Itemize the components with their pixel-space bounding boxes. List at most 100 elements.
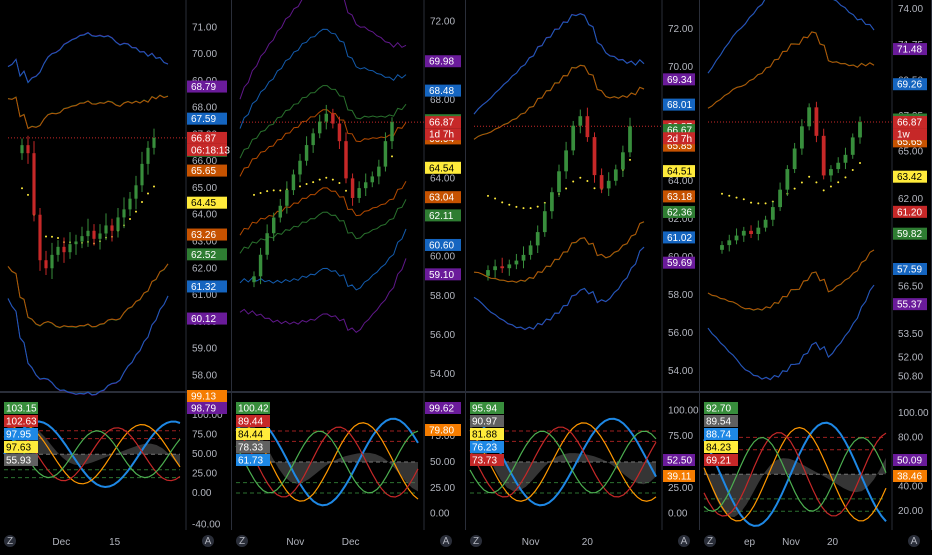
price-tick-label: 59.00: [192, 344, 217, 355]
auto-scale-button-label[interactable]: A: [443, 536, 450, 547]
candle-body: [727, 240, 732, 246]
osc-right-tag: 39.11: [663, 470, 695, 483]
osc-left-tag: 81.88: [470, 428, 504, 441]
midline-dot: [345, 189, 347, 192]
auto-scale-button-label[interactable]: A: [205, 536, 212, 547]
osc-tick-label: 80.00: [898, 432, 923, 443]
candle-body: [807, 107, 812, 127]
midline-dot: [629, 158, 631, 161]
price-tick-label: 56.00: [430, 330, 455, 341]
osc-right-tag: 50.09: [893, 454, 927, 467]
price-tag: 66.87: [425, 116, 461, 129]
candle-body: [344, 141, 348, 179]
osc-left-tag: 73.73: [470, 454, 504, 467]
midline-dot: [735, 196, 738, 199]
osc-left-tag: 84.44: [236, 428, 270, 441]
candle-body: [363, 182, 368, 189]
price-tick-label: 54.00: [430, 369, 455, 380]
osc-left-tag: 90.97: [470, 415, 504, 428]
auto-scale-button[interactable]: A: [202, 535, 214, 547]
zoom-button-label[interactable]: Z: [7, 536, 13, 547]
candle-body: [621, 152, 625, 170]
price-tag-label: 60.60: [429, 240, 454, 251]
osc-tick-label: 0.00: [430, 509, 450, 520]
candle-body: [390, 122, 394, 142]
auto-scale-button[interactable]: A: [440, 535, 452, 547]
candle-body: [116, 217, 120, 231]
osc-left-tag: 76.23: [470, 441, 504, 454]
midline-dot: [312, 181, 315, 184]
osc-tick-label: 0.00: [668, 509, 688, 520]
zoom-button[interactable]: Z: [704, 535, 716, 547]
zoom-button-label[interactable]: Z: [239, 536, 245, 547]
osc-left-tag: 92.70: [704, 402, 738, 415]
candle-body: [785, 169, 790, 190]
midline-dot: [494, 197, 497, 200]
auto-scale-button[interactable]: A: [678, 535, 690, 547]
osc-right-tag: 38.46: [893, 470, 927, 483]
price-tag: 66.87: [893, 116, 927, 129]
candle-body: [62, 246, 66, 253]
midline-dot: [757, 202, 760, 205]
price-tag: 69.26: [893, 78, 927, 91]
osc-tick-label: 75.00: [668, 431, 693, 442]
zoom-button-label[interactable]: Z: [473, 536, 479, 547]
osc-right-tag-label: 99.62: [429, 404, 454, 415]
candle-body: [298, 160, 302, 175]
price-tag-label: 61.20: [897, 207, 922, 218]
osc-tick-label: 50.00: [430, 457, 455, 468]
price-tag: 61.20: [893, 205, 927, 218]
price-tag-label: 59.69: [667, 258, 692, 269]
price-tag: 63.18: [663, 190, 695, 203]
midline-dot: [750, 201, 753, 204]
midline-dot: [800, 181, 803, 184]
candle-body: [814, 107, 819, 136]
osc-left-tag-label: 97.63: [6, 443, 31, 454]
candle-body: [38, 214, 42, 261]
osc-left-tag-label: 69.21: [706, 456, 731, 467]
candle-body: [140, 163, 144, 186]
zoom-button[interactable]: Z: [470, 535, 482, 547]
price-tag: 61.32: [187, 280, 227, 293]
candle-body: [770, 207, 775, 220]
auto-scale-button[interactable]: A: [908, 535, 920, 547]
price-tag: 62.36: [663, 205, 695, 218]
price-tick-label: 58.00: [430, 291, 455, 302]
midline-dot: [391, 155, 393, 158]
candle-body: [741, 230, 746, 236]
osc-left-tag: 61.73: [236, 454, 270, 467]
auto-scale-button-label[interactable]: A: [911, 536, 918, 547]
price-tag: 71.48: [893, 43, 927, 56]
osc-left-tag: 89.44: [236, 415, 270, 428]
candle-body: [613, 169, 618, 181]
candle-body: [350, 178, 355, 198]
osc-tick-label: 20.00: [898, 506, 923, 517]
candle-body: [592, 137, 597, 176]
candle-body: [331, 113, 335, 124]
price-tag-label: 57.59: [897, 264, 922, 275]
midline-dot: [851, 168, 854, 171]
price-tag-label: 59.82: [897, 229, 922, 240]
midline-dot: [572, 180, 575, 183]
price-tag-label: 63.04: [429, 193, 454, 204]
candle-body: [377, 166, 381, 177]
midline-dot: [837, 181, 840, 184]
midline-dot: [593, 187, 596, 190]
price-tag: 61.02: [663, 231, 695, 244]
midline-dot: [808, 175, 811, 178]
candle-body: [74, 241, 78, 245]
price-tag-label: 63.18: [667, 192, 692, 203]
osc-left-tag: 88.74: [704, 428, 738, 441]
midline-dot: [501, 201, 504, 204]
price-tag-label: 55.37: [897, 300, 922, 311]
price-tag: 64.54: [425, 161, 461, 174]
candle-body: [98, 233, 102, 239]
candle-body: [749, 230, 753, 234]
osc-left-tag-label: 100.42: [238, 404, 269, 415]
auto-scale-button-label[interactable]: A: [681, 536, 688, 547]
osc-right-tag: 99.62: [425, 402, 461, 415]
zoom-button-label[interactable]: Z: [707, 536, 713, 547]
osc-tick-label: 50.00: [192, 449, 217, 460]
zoom-button[interactable]: Z: [4, 535, 16, 547]
zoom-button[interactable]: Z: [236, 535, 248, 547]
